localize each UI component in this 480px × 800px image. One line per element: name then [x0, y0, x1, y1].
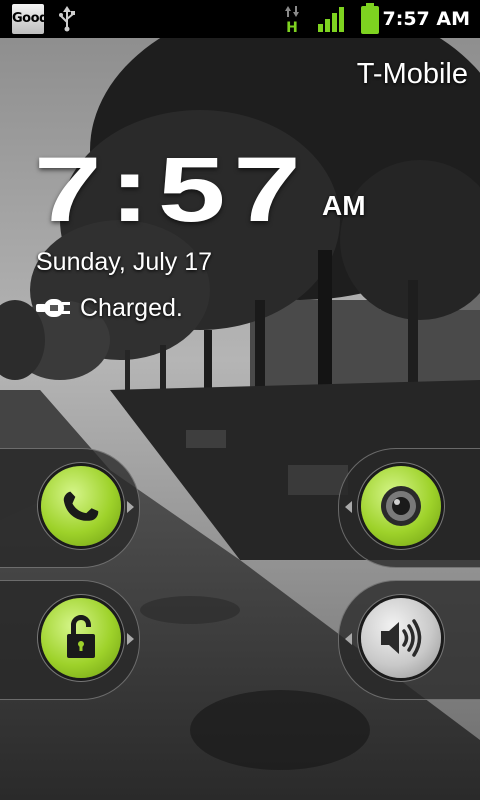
carrier-label: T-Mobile — [356, 58, 468, 90]
phone-knob[interactable] — [41, 466, 121, 546]
phone-slider-tab[interactable] — [0, 448, 140, 568]
camera-lens-icon — [381, 486, 421, 526]
clock-ampm: AM — [322, 190, 366, 221]
sound-knob[interactable] — [361, 598, 441, 678]
lock-date: Sunday, July 17 — [36, 248, 213, 276]
speaker-volume-icon — [381, 619, 422, 657]
notification-good-icon[interactable]: Good — [12, 4, 48, 34]
charge-status-text: Charged. — [80, 293, 183, 322]
battery-full-icon — [361, 3, 379, 34]
notification-good-label: Good — [12, 11, 48, 26]
camera-knob[interactable] — [361, 466, 441, 546]
plug-icon — [36, 299, 70, 317]
lock-clock: 7:57 — [34, 139, 309, 241]
usb-icon — [59, 6, 75, 32]
phone-handset-icon — [63, 491, 99, 521]
camera-slider-tab[interactable] — [338, 448, 480, 568]
unlock-slider-tab[interactable] — [0, 580, 140, 700]
phone-arrow-icon — [127, 501, 134, 513]
unlock-padlock-icon — [67, 615, 95, 658]
hsdpa-data-icon: H — [285, 6, 299, 33]
status-bar[interactable]: Good H 7:57 AM — [0, 0, 480, 38]
camera-arrow-icon — [345, 501, 352, 513]
sound-slider-tab[interactable] — [338, 580, 480, 700]
charge-status: Charged. — [36, 290, 183, 326]
data-type-label: H — [286, 20, 298, 33]
sound-arrow-icon — [345, 633, 352, 645]
signal-bars-icon — [318, 7, 344, 32]
lock-screen: Good H 7:57 AM T-Mobile 7:57 AM Sunday, … — [0, 0, 480, 800]
unlock-arrow-icon — [127, 633, 134, 645]
unlock-knob[interactable] — [41, 598, 121, 678]
status-time: 7:57 AM — [382, 8, 471, 30]
